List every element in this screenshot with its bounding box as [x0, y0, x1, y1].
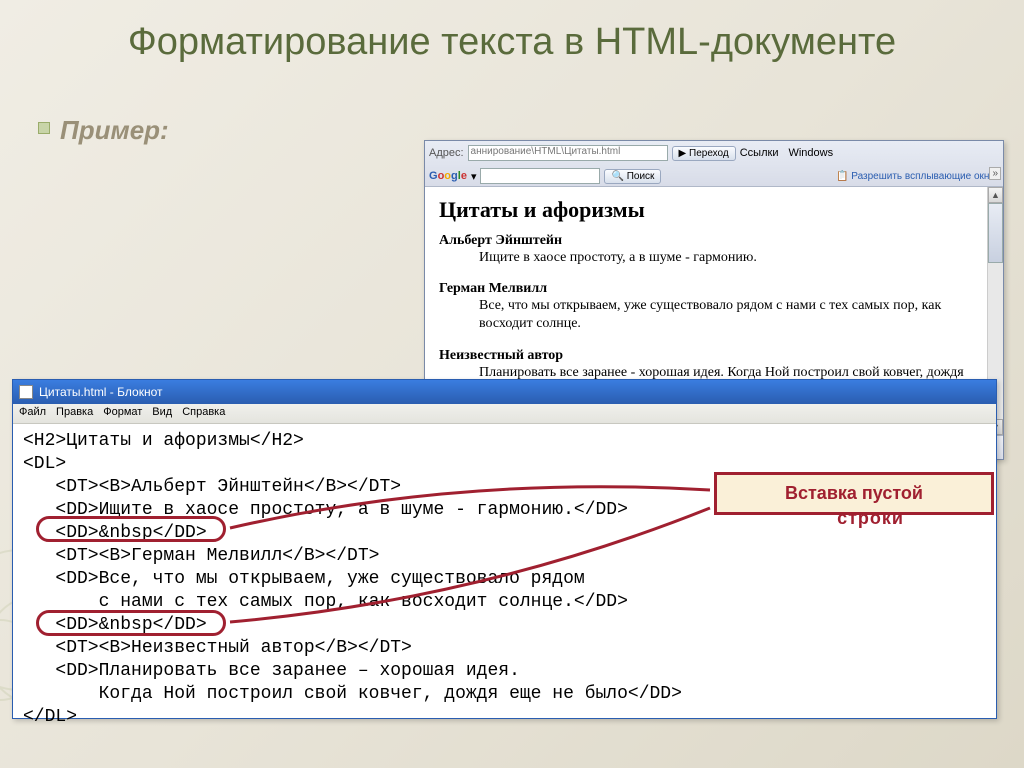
notepad-icon	[19, 385, 33, 399]
notepad-window: Цитаты.html - Блокнот Файл Правка Формат…	[12, 379, 997, 719]
notepad-titlebar: Цитаты.html - Блокнот	[13, 380, 996, 404]
scroll-thumb[interactable]	[988, 203, 1003, 263]
callout-line2: строки	[837, 508, 904, 529]
scroll-up-icon[interactable]: ▲	[988, 187, 1003, 203]
toolbar-overflow-icon[interactable]: »	[989, 167, 1001, 180]
notepad-title-text: Цитаты.html - Блокнот	[39, 385, 162, 399]
windows-link[interactable]: Windows	[788, 147, 833, 159]
address-label: Адрес:	[429, 147, 464, 159]
browser-toolbar: Адрес: аннирование\HTML\Цитаты.html ▶ Пе…	[425, 141, 1003, 187]
menu-view[interactable]: Вид	[152, 406, 172, 421]
popup-blocker-link[interactable]: 📋 Разрешить всплывающие окна	[836, 171, 999, 182]
notepad-menubar: Файл Правка Формат Вид Справка	[13, 404, 996, 424]
menu-format[interactable]: Формат	[103, 406, 142, 421]
address-input[interactable]: аннирование\HTML\Цитаты.html	[468, 145, 668, 161]
menu-file[interactable]: Файл	[19, 406, 46, 421]
quote-text: Ищите в хаосе простоту, а в шуме - гармо…	[479, 249, 989, 267]
slide-title: Форматирование текста в HTML-документе	[0, 0, 1024, 76]
author-name: Альберт Эйнштейн	[439, 233, 989, 249]
author-name: Герман Мелвилл	[439, 281, 989, 297]
search-button[interactable]: 🔍 Поиск	[604, 169, 661, 184]
google-logo: Google	[429, 170, 467, 182]
notepad-content[interactable]: <H2>Цитаты и афоризмы</H2> <DL> <DT><B>А…	[13, 424, 996, 735]
dropdown-icon[interactable]: ▾	[471, 170, 477, 183]
bullet-icon	[38, 122, 50, 134]
google-search-input[interactable]	[480, 168, 600, 184]
page-heading: Цитаты и афоризмы	[439, 197, 989, 223]
menu-help[interactable]: Справка	[182, 406, 225, 421]
quote-text: Все, что мы открываем, уже существовало …	[479, 297, 989, 333]
go-button[interactable]: ▶ Переход	[672, 146, 736, 161]
author-name: Неизвестный автор	[439, 348, 989, 364]
menu-edit[interactable]: Правка	[56, 406, 93, 421]
example-label: Пример:	[60, 115, 169, 146]
links-label[interactable]: Ссылки	[740, 147, 779, 159]
